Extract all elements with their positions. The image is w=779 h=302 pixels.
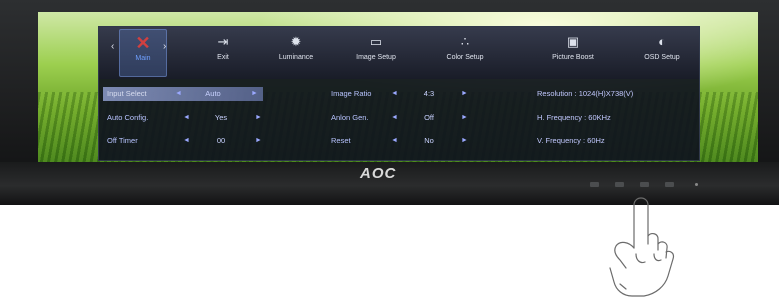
up-button[interactable] [640, 182, 649, 187]
image-setup-icon: ▭ [369, 34, 383, 49]
osd-setup-icon: ◐ [658, 34, 666, 49]
pointing-hand-icon [609, 197, 675, 297]
sun-icon: ✹ [290, 34, 302, 49]
setting-image-ratio[interactable]: Image Ratio ◄ 4:3 ► [327, 87, 477, 101]
decrease-arrow[interactable]: ◄ [175, 87, 182, 101]
tab-picture-boost[interactable]: ▣ Picture Boost [543, 29, 603, 75]
info-v-frequency: V. Frequency : 60Hz [537, 136, 605, 145]
increase-arrow[interactable]: ► [461, 87, 468, 101]
picture-boost-icon: ▣ [566, 34, 580, 49]
setting-anlon-gen[interactable]: Anlon Gen. ◄ Off ► [327, 111, 477, 125]
tab-prev-arrow[interactable]: ‹ [111, 41, 114, 52]
power-button[interactable] [695, 183, 698, 186]
tab-osd-setup[interactable]: ◐ OSD Setup [633, 29, 691, 75]
setting-auto-config[interactable]: Auto Config. ◄ Yes ► [103, 111, 263, 125]
decrease-arrow[interactable]: ◄ [391, 87, 398, 101]
info-h-frequency: H. Frequency : 60KHz [537, 113, 611, 122]
tab-main-label: Main [135, 55, 151, 62]
auto-button[interactable] [665, 182, 674, 187]
osd-menu: ‹ ✕ Main › ⇥ Exit ✹ Luminance ▭ Image Se… [98, 26, 700, 161]
decrease-arrow[interactable]: ◄ [183, 134, 190, 148]
increase-arrow[interactable]: ► [255, 111, 262, 125]
tab-next-arrow[interactable]: › [163, 41, 166, 52]
tab-exit[interactable]: ⇥ Exit [203, 29, 243, 75]
increase-arrow[interactable]: ► [251, 87, 258, 101]
setting-input-select[interactable]: Input Select ◄ Auto ► [103, 87, 263, 101]
increase-arrow[interactable]: ► [255, 134, 262, 148]
info-resolution: Resolution : 1024(H)X738(V) [537, 89, 634, 98]
tools-icon: ✕ [135, 33, 151, 53]
tab-main[interactable]: ✕ Main [119, 29, 167, 77]
increase-arrow[interactable]: ► [461, 111, 468, 125]
decrease-arrow[interactable]: ◄ [391, 134, 398, 148]
decrease-arrow[interactable]: ◄ [183, 111, 190, 125]
front-panel-buttons [590, 182, 740, 190]
tab-color-setup[interactable]: ∴ Color Setup [437, 29, 493, 75]
color-setup-icon: ∴ [460, 34, 470, 49]
tab-image-setup[interactable]: ▭ Image Setup [347, 29, 405, 75]
setting-reset[interactable]: Reset ◄ No ► [327, 134, 477, 148]
increase-arrow[interactable]: ► [461, 134, 468, 148]
osd-tab-bar: ‹ ✕ Main › ⇥ Exit ✹ Luminance ▭ Image Se… [99, 27, 699, 79]
setting-off-timer[interactable]: Off Timer ◄ 00 ► [103, 134, 263, 148]
brand-logo: AOC [360, 165, 397, 182]
exit-icon: ⇥ [217, 34, 229, 49]
menu-button[interactable] [590, 182, 599, 187]
osd-settings: Input Select ◄ Auto ► Auto Config. ◄ Yes… [99, 83, 699, 159]
decrease-arrow[interactable]: ◄ [391, 111, 398, 125]
tab-luminance[interactable]: ✹ Luminance [271, 29, 321, 75]
down-button[interactable] [615, 182, 624, 187]
